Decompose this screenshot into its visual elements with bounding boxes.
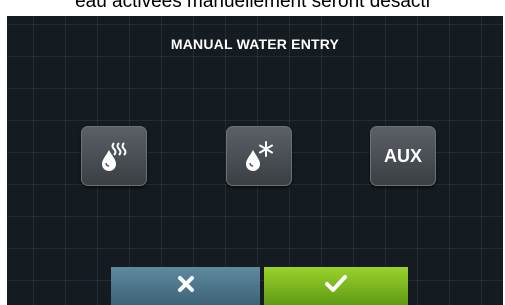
confirm-button[interactable] — [264, 267, 408, 305]
cold-water-drop-icon — [242, 139, 276, 173]
control-panel-screen: MANUAL WATER ENTRY AUX — [7, 16, 503, 305]
hot-water-button[interactable] — [81, 126, 147, 186]
checkmark-icon — [325, 274, 347, 299]
document-caption: eau activées manuellement seront désacti — [75, 0, 430, 12]
aux-label: AUX — [383, 145, 422, 166]
screen-title: MANUAL WATER ENTRY — [170, 36, 340, 52]
hot-water-drop-icon — [97, 139, 131, 173]
cancel-button[interactable] — [111, 267, 260, 305]
aux-button[interactable]: AUX — [370, 126, 436, 186]
close-icon — [177, 275, 195, 298]
cold-water-button[interactable] — [226, 126, 292, 186]
